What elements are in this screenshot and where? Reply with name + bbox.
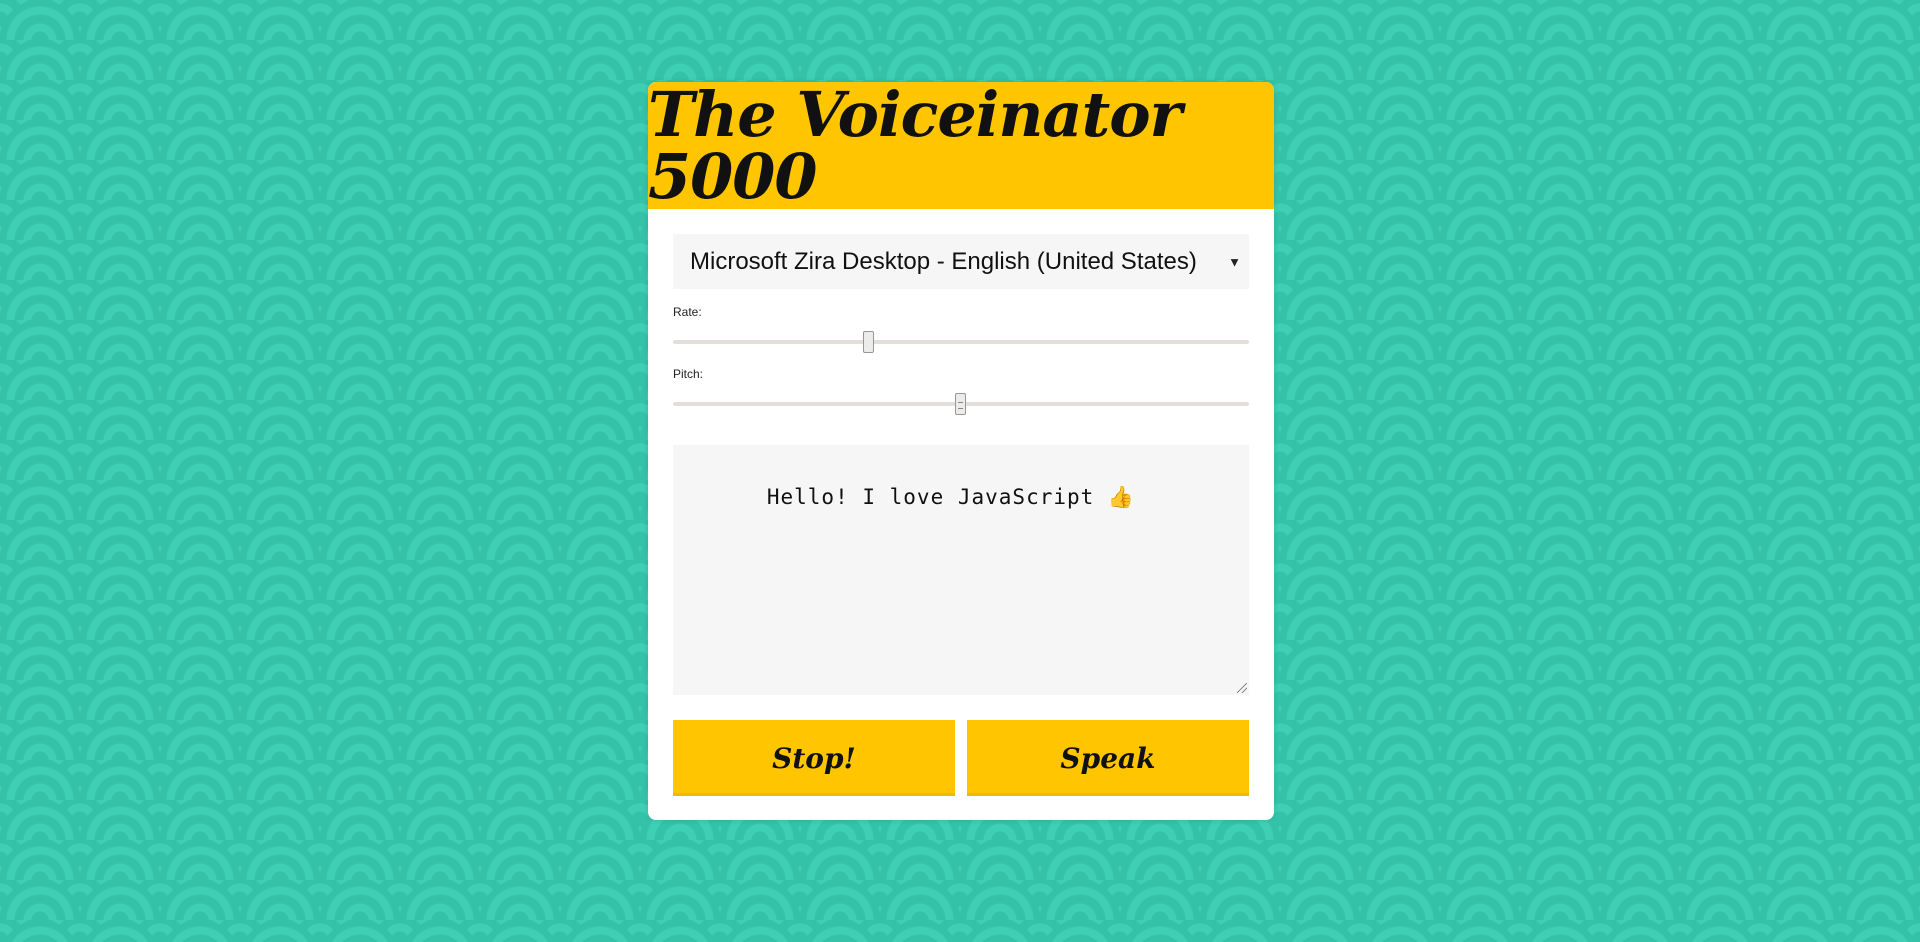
rate-slider-thumb[interactable] — [862, 331, 874, 353]
speak-button[interactable]: Speak — [967, 720, 1249, 796]
pitch-slider[interactable] — [673, 381, 1249, 427]
button-row: Stop! Speak — [673, 720, 1249, 796]
rate-slider[interactable] — [673, 319, 1249, 365]
pitch-slider-thumb[interactable] — [955, 393, 966, 415]
page-title: The Voiceinator 5000 — [648, 82, 1182, 213]
header: The Voiceinator 5000 — [648, 82, 1274, 209]
voice-select[interactable]: Microsoft Zira Desktop - English (United… — [673, 234, 1249, 289]
voice-select-value: Microsoft Zira Desktop - English (United… — [690, 247, 1197, 275]
rate-label: Rate: — [673, 305, 702, 319]
panel-body: Microsoft Zira Desktop - English (United… — [648, 209, 1274, 820]
voiceinator-panel: The Voiceinator 5000 Microsoft Zira Desk… — [648, 82, 1274, 820]
resize-handle-icon[interactable] — [1237, 683, 1247, 693]
pitch-label: Pitch: — [673, 367, 704, 381]
message-text: Hello! I love JavaScript 👍 — [766, 485, 1136, 509]
chevron-down-icon: ▼ — [1228, 254, 1241, 269]
stop-button[interactable]: Stop! — [673, 720, 955, 796]
message-textarea[interactable]: Hello! I love JavaScript 👍 — [673, 445, 1249, 695]
rate-slider-track[interactable] — [673, 340, 1249, 344]
